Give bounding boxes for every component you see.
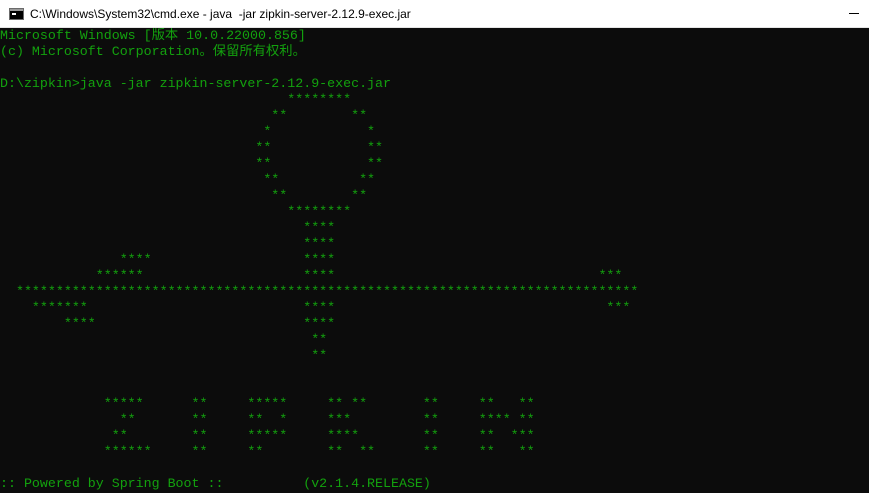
console-line: ** ** ***** **** ** ** *** (0, 428, 535, 443)
window-controls (839, 0, 869, 28)
console-line: ******** (0, 204, 352, 219)
console-line: ** ** (0, 108, 368, 123)
console-line: ** ** (0, 188, 368, 203)
console-line: ** ** ** * *** ** **** ** (0, 412, 535, 427)
console-line: **** (0, 220, 336, 235)
console-output[interactable]: Microsoft Windows [版本 10.0.22000.856] (c… (0, 28, 869, 493)
minimize-icon (849, 13, 859, 14)
console-line: ** ** (0, 140, 384, 155)
console-line: ****** ** ** ** ** ** ** ** (0, 444, 535, 459)
console-line: ***** ** ***** ** ** ** ** ** (0, 396, 535, 411)
cmd-window: C:\Windows\System32\cmd.exe - java -jar … (0, 0, 869, 493)
minimize-button[interactable] (839, 0, 869, 28)
console-line: (c) Microsoft Corporation。保留所有权利。 (0, 44, 306, 59)
console-line: **** **** (0, 316, 336, 331)
console-line: :: Powered by Spring Boot :: (v2.1.4.REL… (0, 476, 431, 491)
console-app-icon[interactable] (9, 7, 24, 20)
console-line: ****** **** *** (0, 268, 623, 283)
console-line: ******** (0, 92, 352, 107)
title-bar[interactable]: C:\Windows\System32\cmd.exe - java -jar … (0, 0, 869, 28)
console-line: ** ** (0, 156, 384, 171)
window-title: C:\Windows\System32\cmd.exe - java -jar … (30, 6, 411, 21)
console-line: ****************************************… (0, 284, 639, 299)
console-line: * * (0, 124, 376, 139)
console-line: ** (0, 348, 328, 363)
console-line: Microsoft Windows [版本 10.0.22000.856] (0, 28, 306, 43)
console-line: ******* **** *** (0, 300, 631, 315)
console-line: **** **** (0, 252, 336, 267)
console-line: ** ** (0, 172, 376, 187)
console-line: D:\zipkin>java -jar zipkin-server-2.12.9… (0, 76, 391, 91)
console-line: ** (0, 332, 328, 347)
console-line: **** (0, 236, 336, 251)
